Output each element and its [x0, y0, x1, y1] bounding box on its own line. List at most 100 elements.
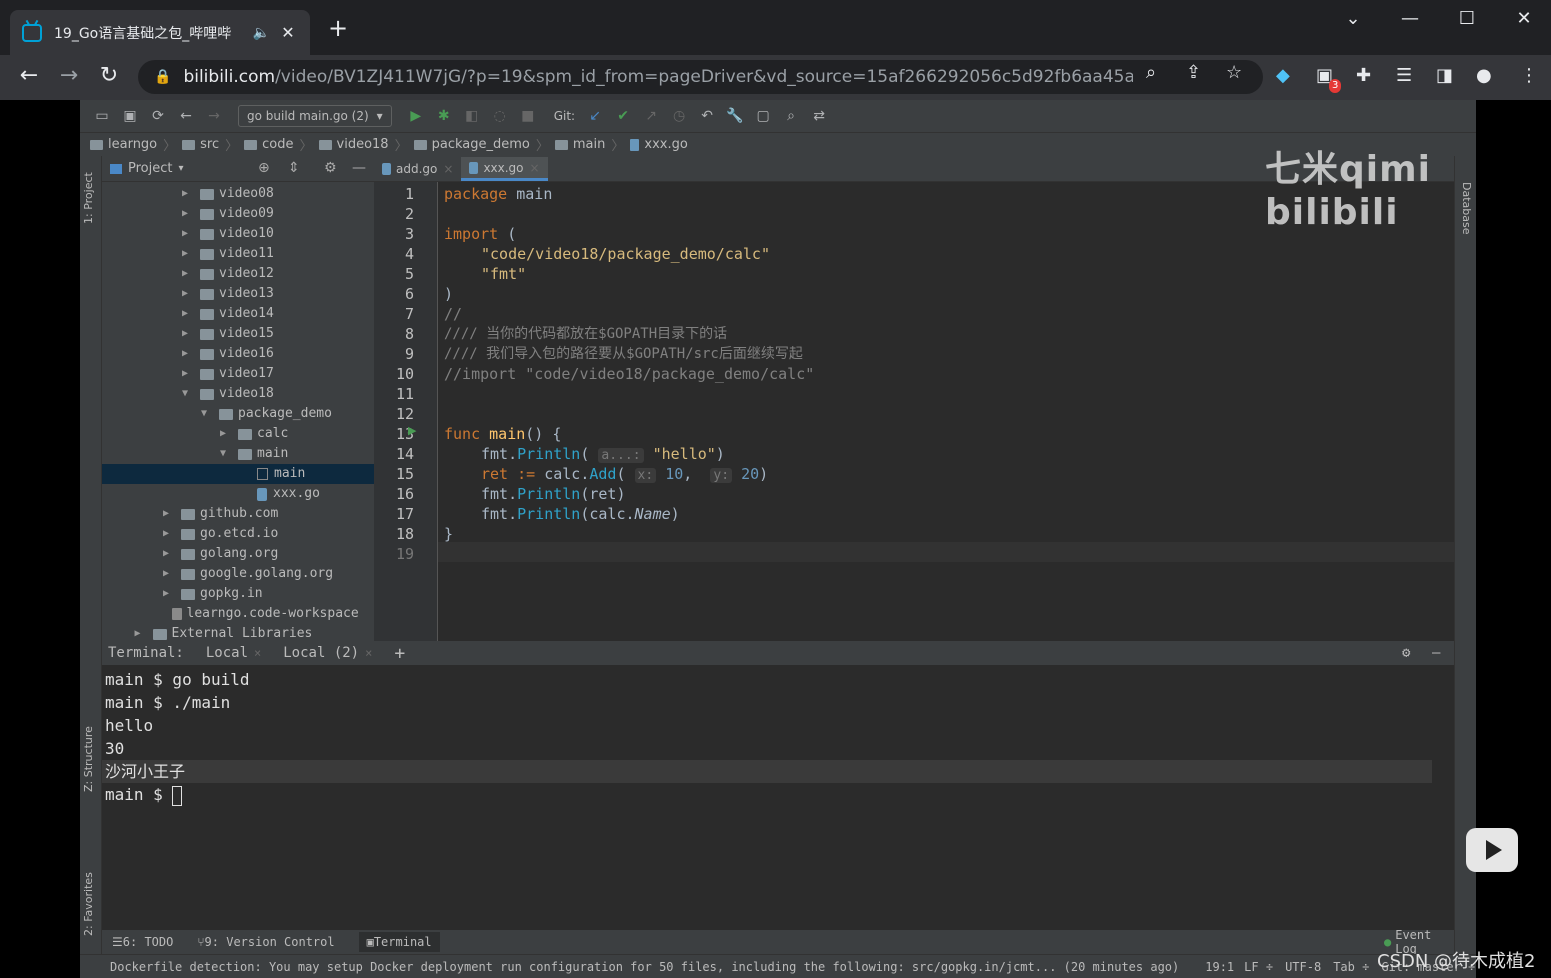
gear-icon[interactable]: ⚙: [1402, 645, 1410, 661]
chevron-down-icon[interactable]: ▼: [220, 444, 238, 464]
translate-icon[interactable]: ⇄: [805, 108, 833, 124]
terminal-tab-local[interactable]: Local ×: [206, 645, 261, 661]
tab-add-go[interactable]: add.go ×: [374, 157, 461, 181]
tree-item[interactable]: ▶ github.com: [102, 504, 374, 524]
chevron-right-icon[interactable]: ▶: [182, 364, 200, 384]
tree-item[interactable]: ▶ video14: [102, 304, 374, 324]
tree-item[interactable]: ▶ video17: [102, 364, 374, 384]
tree-item[interactable]: ▼ package_demo: [102, 404, 374, 424]
code-editor[interactable]: package main import ( "code/video18/pack…: [438, 182, 1454, 704]
tree-item[interactable]: ▶ video15: [102, 324, 374, 344]
chevron-right-icon[interactable]: ▶: [182, 284, 200, 304]
tree-item[interactable]: ▶ video13: [102, 284, 374, 304]
collapse-icon[interactable]: ⇕: [288, 160, 300, 176]
sync-icon[interactable]: ⟳: [144, 108, 172, 124]
speaker-icon[interactable]: 🔈: [253, 25, 270, 41]
chevron-down-icon[interactable]: ▼: [201, 404, 219, 424]
tab-close-icon[interactable]: ✕: [278, 23, 298, 42]
chevron-right-icon[interactable]: ▶: [182, 244, 200, 264]
side-panel-icon[interactable]: ◨: [1436, 65, 1453, 86]
chevron-right-icon[interactable]: ▶: [163, 584, 181, 604]
maximize-button[interactable]: ☐: [1447, 8, 1487, 29]
terminal-tab[interactable]: ▣ Terminal: [358, 932, 440, 952]
project-structure-icon[interactable]: ▢: [749, 108, 777, 124]
git-commit-icon[interactable]: ✔: [609, 108, 637, 124]
terminal-output[interactable]: main $ go build main $ ./main hello 30 沙…: [102, 665, 1454, 929]
version-control-tab[interactable]: ⑂ 9: Version Control: [197, 935, 334, 949]
tree-item[interactable]: ▶ calc: [102, 424, 374, 444]
chevron-right-icon[interactable]: ▶: [163, 524, 181, 544]
chevron-right-icon[interactable]: ▶: [220, 424, 238, 444]
close-icon[interactable]: ×: [254, 646, 261, 660]
tree-item[interactable]: ▶ video16: [102, 344, 374, 364]
chevron-right-icon[interactable]: ▶: [163, 544, 181, 564]
tree-item[interactable]: ▶ video11: [102, 244, 374, 264]
project-tool-label[interactable]: 1: Project: [82, 172, 95, 224]
line-separator[interactable]: LF ÷: [1244, 960, 1273, 974]
save-icon[interactable]: ▣: [116, 108, 144, 124]
lock-icon[interactable]: 🔒: [154, 69, 171, 85]
tree-item[interactable]: ▼ video18: [102, 384, 374, 404]
forward-icon[interactable]: →: [54, 63, 84, 88]
chevron-right-icon[interactable]: ▶: [182, 204, 200, 224]
gear-icon[interactable]: ⚙: [324, 160, 337, 176]
tree-item[interactable]: ▶ gopkg.in: [102, 584, 374, 604]
chevron-right-icon[interactable]: ▶: [182, 184, 200, 204]
breadcrumb-item[interactable]: src 〉: [182, 135, 238, 154]
encoding[interactable]: UTF-8: [1285, 960, 1321, 974]
video-frame[interactable]: ▭ ▣ ⟳ ← → go build main.go (2) ▾ ▶ ✱ ◧ ◌ …: [80, 100, 1476, 978]
extensions-puzzle-icon[interactable]: ✚: [1356, 65, 1371, 86]
cursor-position[interactable]: 19:1: [1205, 960, 1234, 974]
breadcrumb-item[interactable]: code 〉: [244, 135, 313, 154]
breadcrumb-item[interactable]: learngo 〉: [90, 135, 176, 154]
profile-icon[interactable]: ◌: [486, 108, 514, 124]
tree-item[interactable]: ▶ video09: [102, 204, 374, 224]
breadcrumb-item[interactable]: package_demo 〉: [413, 135, 549, 154]
structure-tool-label[interactable]: Z: Structure: [82, 726, 95, 792]
git-history-icon[interactable]: ◷: [665, 108, 693, 124]
chevron-right-icon[interactable]: ▶: [182, 264, 200, 284]
back-icon[interactable]: ←: [14, 63, 44, 88]
hide-icon[interactable]: —: [352, 160, 366, 176]
close-icon[interactable]: ×: [443, 162, 453, 176]
profile-avatar-icon[interactable]: ●: [1476, 65, 1492, 86]
debug-icon[interactable]: ✱: [430, 108, 458, 124]
chevron-right-icon[interactable]: ▶: [163, 564, 181, 584]
git-update-icon[interactable]: ↙: [581, 108, 609, 124]
tree-item[interactable]: xxx.go: [102, 484, 374, 504]
address-bar[interactable]: 🔒 bilibili.com/video/BV1ZJ411W7jG/?p=19&…: [138, 60, 1263, 94]
chevron-right-icon[interactable]: ▶: [182, 224, 200, 244]
new-tab-button[interactable]: +: [328, 16, 348, 40]
tree-item[interactable]: ▼ main: [102, 444, 374, 464]
tree-item[interactable]: ▶ video12: [102, 264, 374, 284]
window-close-button[interactable]: ✕: [1504, 8, 1544, 29]
breadcrumb-item[interactable]: video18 〉: [318, 135, 408, 154]
breadcrumb-item[interactable]: xxx.go: [630, 137, 688, 152]
new-terminal-button[interactable]: +: [394, 643, 405, 664]
search-icon[interactable]: ⌕: [777, 108, 805, 124]
todo-tab[interactable]: ☰ 6: TODO: [112, 935, 173, 949]
settings-wrench-icon[interactable]: 🔧: [721, 108, 749, 124]
terminal-tab-local-2[interactable]: Local (2) ×: [283, 645, 372, 661]
tree-item[interactable]: main: [102, 464, 374, 484]
chevron-down-icon[interactable]: ▼: [182, 384, 200, 404]
indent[interactable]: Tab ÷: [1333, 960, 1369, 974]
tree-item[interactable]: ▶ google.golang.org: [102, 564, 374, 584]
browser-tab[interactable]: 19_Go语言基础之包_哔哩哔 🔈 ✕: [10, 10, 310, 55]
run-config-select[interactable]: go build main.go (2) ▾: [238, 105, 392, 127]
forward-nav-icon[interactable]: →: [200, 108, 228, 124]
reload-icon[interactable]: ↻: [94, 63, 124, 88]
minimize-button[interactable]: —: [1390, 8, 1430, 29]
run-icon[interactable]: ▶: [402, 108, 430, 124]
back-nav-icon[interactable]: ←: [172, 108, 200, 124]
extension-diamond-icon[interactable]: ◆: [1276, 65, 1290, 86]
stop-icon[interactable]: ■: [514, 108, 542, 124]
tree-item[interactable]: learngo.code-workspace: [102, 604, 374, 624]
share-icon[interactable]: ⇪: [1186, 62, 1201, 83]
tree-item[interactable]: ▶ go.etcd.io: [102, 524, 374, 544]
chevron-right-icon[interactable]: ▶: [182, 304, 200, 324]
chevron-right-icon[interactable]: ▶: [163, 504, 181, 524]
coverage-icon[interactable]: ◧: [458, 108, 486, 124]
tree-item[interactable]: ▶ video10: [102, 224, 374, 244]
breadcrumb-item[interactable]: main 〉: [554, 135, 624, 154]
